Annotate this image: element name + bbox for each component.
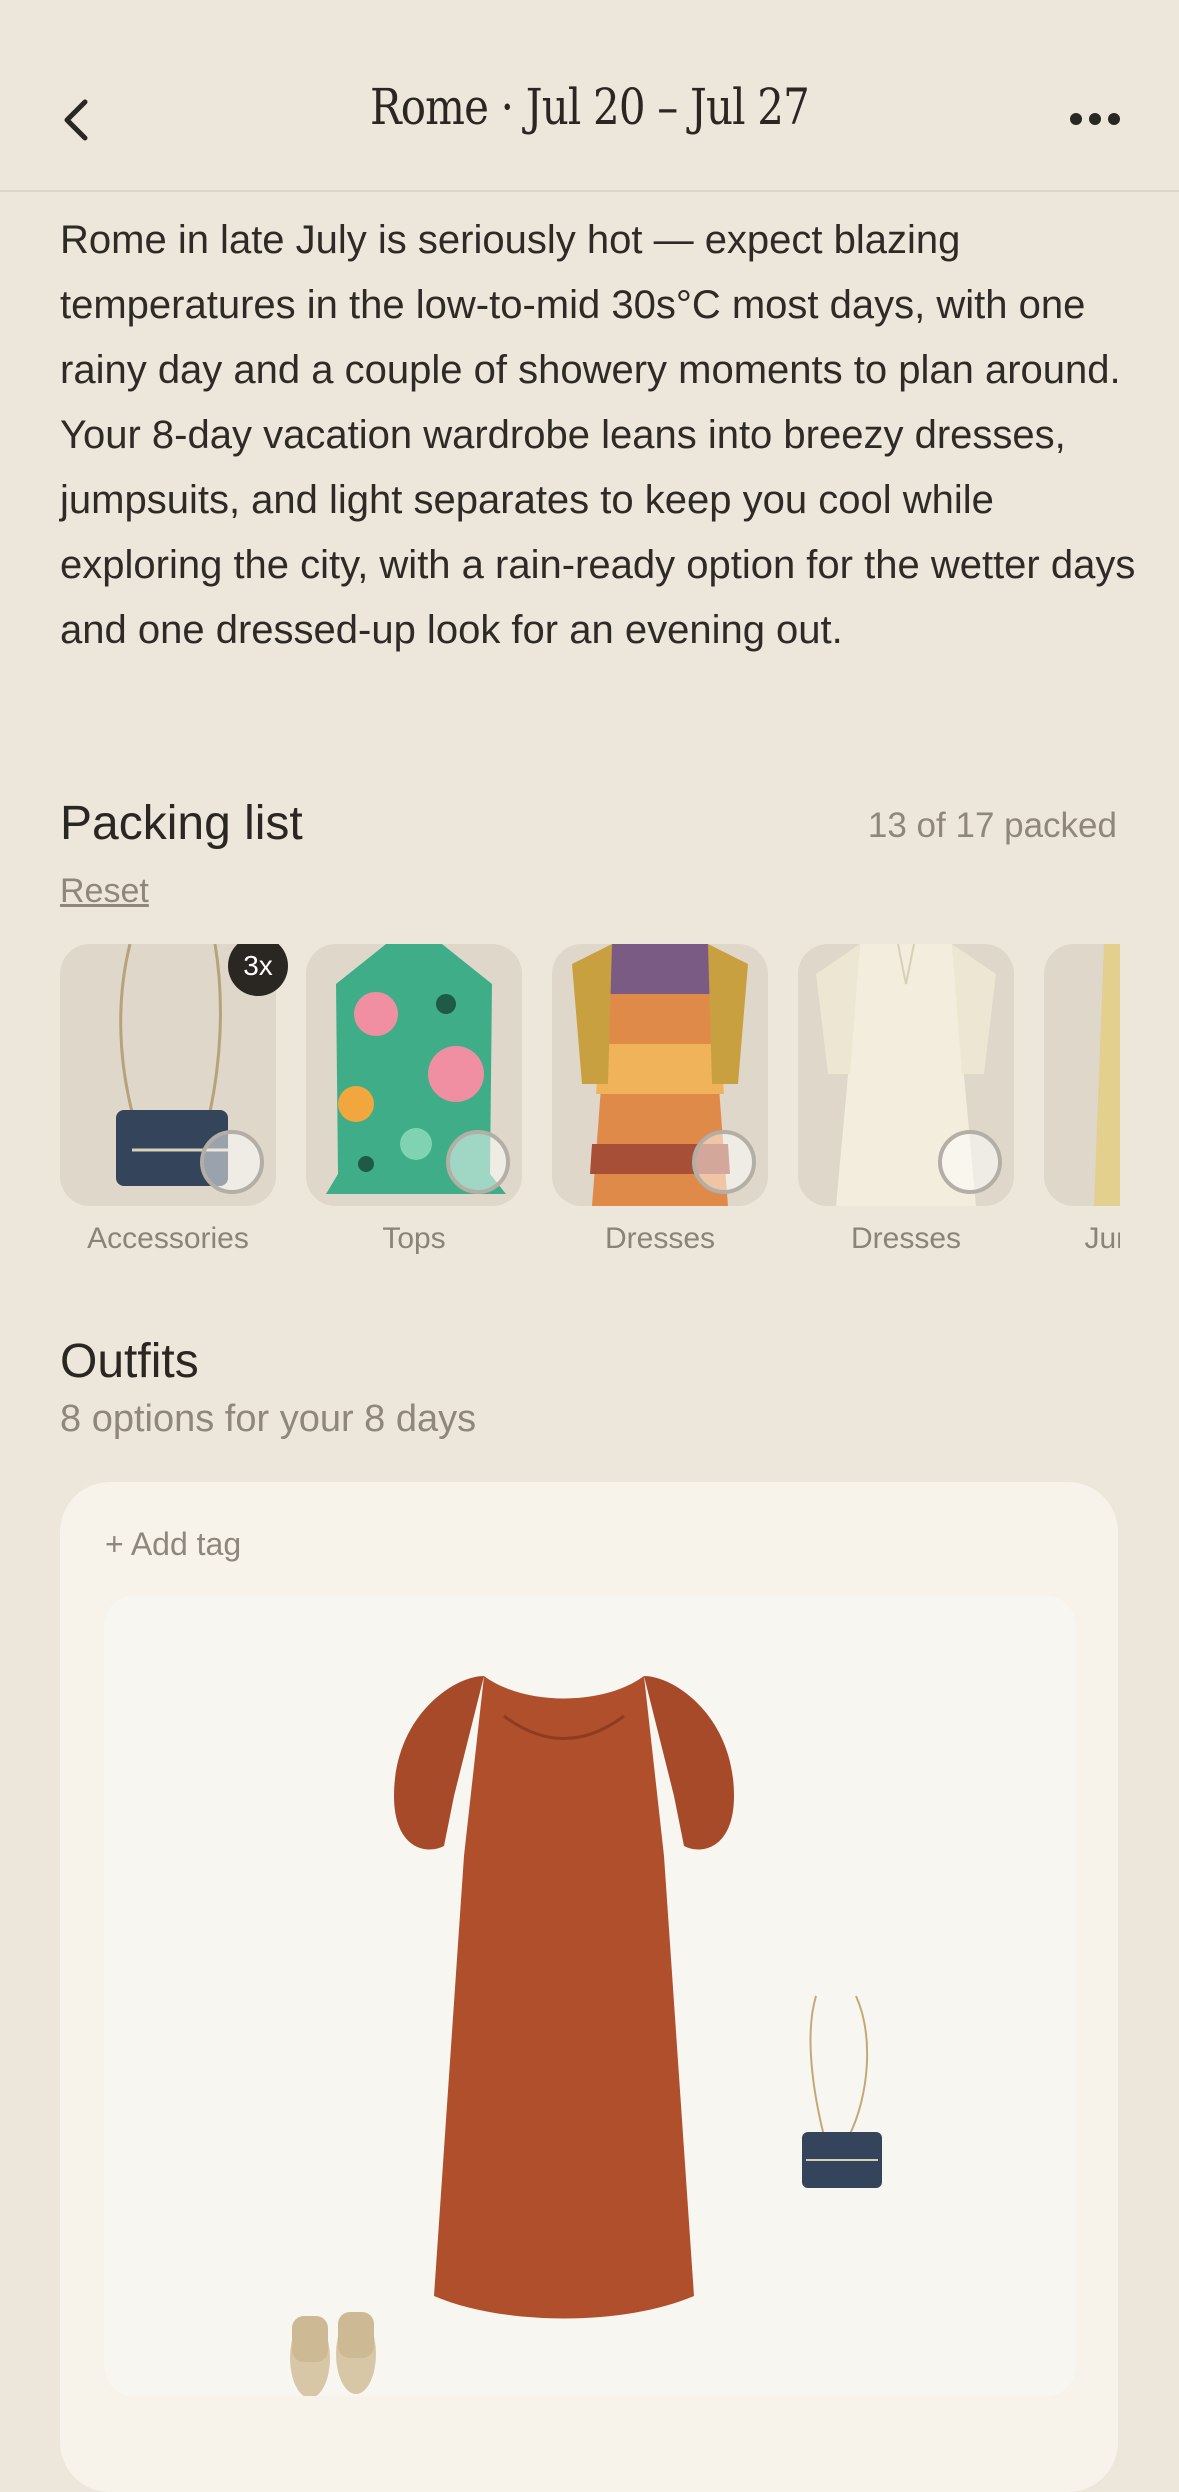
packing-items-carousel[interactable]: 3x Accessories Tops Dresses Dresses Ju	[60, 944, 1120, 1274]
outfit-preview[interactable]	[104, 1596, 1076, 2396]
item-category-label: Jumpsuits	[1084, 1222, 1120, 1255]
trip-summary: Rome in late July is seriously hot — exp…	[60, 218, 1136, 652]
item-category-label: Tops	[382, 1222, 446, 1255]
packing-item[interactable]: Dresses	[798, 944, 1014, 1256]
packed-checkbox[interactable]	[200, 1130, 264, 1194]
packed-checkbox[interactable]	[938, 1130, 1002, 1194]
packing-item[interactable]: Dresses	[552, 944, 768, 1256]
outfit-card[interactable]: + Add tag	[60, 1482, 1118, 2492]
page-title: Rome · Jul 20 – Jul 27	[369, 78, 810, 136]
reset-link[interactable]: Reset	[60, 872, 149, 911]
item-image[interactable]	[552, 944, 768, 1206]
packed-checkbox[interactable]	[692, 1130, 756, 1194]
packing-list-heading: Packing list	[60, 797, 303, 850]
outfits-heading: Outfits	[60, 1335, 199, 1388]
jumpsuit-image	[1094, 944, 1120, 1206]
packing-item[interactable]: Tops	[306, 944, 522, 1256]
item-category-label: Dresses	[850, 1222, 962, 1255]
quantity-badge: 3x	[228, 944, 288, 996]
packed-checkbox[interactable]	[446, 1130, 510, 1194]
packing-item[interactable]: Jumpsuits	[1044, 944, 1120, 1256]
chevron-left-icon	[64, 99, 88, 141]
item-category-label: Accessories	[87, 1222, 249, 1255]
packed-count: 13 of 17 packed	[867, 806, 1117, 845]
item-image[interactable]	[306, 944, 522, 1206]
woven-sandals-image	[290, 2312, 376, 2396]
packing-item[interactable]: 3x Accessories	[60, 944, 288, 1256]
item-image[interactable]	[1044, 944, 1120, 1206]
top-bar: Rome · Jul 20 – Jul 27	[0, 0, 1179, 192]
item-image[interactable]	[798, 944, 1014, 1206]
more-horizontal-icon	[1070, 113, 1120, 125]
item-category-label: Dresses	[604, 1222, 716, 1255]
rust-dress-image	[394, 1676, 734, 2319]
outfits-subtitle: 8 options for your 8 days	[60, 1398, 477, 1440]
add-tag-button[interactable]: + Add tag	[105, 1526, 241, 1563]
outfit-illustration	[290, 1676, 882, 2396]
navy-bag-image	[802, 1995, 882, 2188]
more-button[interactable]	[1066, 104, 1126, 134]
